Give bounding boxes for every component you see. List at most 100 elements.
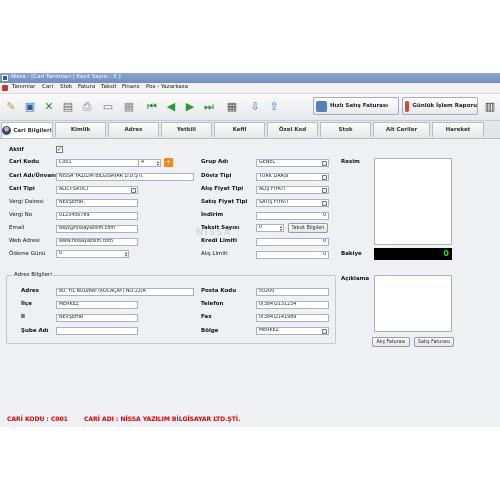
adres-input[interactable]: 80. YIL BULVARI (KOCAÇAY) NO:22/A [56, 288, 194, 296]
tab-alt-cariler[interactable]: Alt Cariler [373, 122, 430, 137]
odeme-gunu-label: Ödeme Günü [9, 251, 46, 257]
doviz-tipi-select[interactable]: TÜRK LİRASI [256, 173, 329, 181]
vergi-no-input[interactable]: 0123456789 [56, 212, 138, 220]
indirim-input[interactable]: 0 [256, 212, 329, 220]
kredi-limiti-input[interactable]: 0 [256, 238, 329, 246]
posta-kodu-input[interactable]: 50200 [256, 288, 329, 296]
barcode-icon[interactable]: ▥ [482, 98, 498, 114]
balance-display: 0 [374, 248, 452, 260]
cari-adi-label: Cari Adı/Ünvanı [9, 173, 57, 179]
tab-ozel-kod[interactable]: Özel Kod [267, 122, 318, 137]
cari-kodu-spinner[interactable]: 4 ▴ ▾ [138, 159, 161, 167]
picture-box[interactable] [374, 158, 452, 245]
print-icon[interactable]: ⎙ [79, 98, 95, 114]
bolge-select[interactable]: MERKEZ [256, 327, 329, 335]
dropdown-icon [322, 328, 327, 334]
user-icon [2, 126, 12, 135]
first-record-icon[interactable]: ⏮ [144, 98, 160, 114]
quick-sales-invoice-button[interactable]: Hızlı Satış Faturası [313, 97, 399, 115]
spinner-arrows-icon: ▴ ▾ [279, 224, 282, 232]
daily-report-button[interactable]: Günlük İşlem Raporu [402, 97, 478, 115]
daily-report-label: Günlük İşlem Raporu [412, 103, 477, 109]
il-input[interactable]: NEVŞEHİR [56, 314, 138, 322]
taksit-bilgileri-button[interactable]: Taksit Bilgileri [288, 223, 328, 233]
export-icon[interactable]: ⇧ [266, 98, 282, 114]
menu-app-icon [2, 85, 8, 91]
taksit-sayisi-value: 0 [259, 225, 263, 230]
menu-cari[interactable]: Cari [42, 84, 53, 90]
spinner-arrows-icon: ▴ ▾ [124, 250, 127, 258]
code-generate-icon[interactable]: + [164, 158, 173, 167]
tab-kefil[interactable]: Kefil [214, 122, 265, 137]
grup-adi-select[interactable]: GENEL [256, 159, 329, 167]
dropdown-icon [322, 160, 327, 166]
odeme-gunu-spinner[interactable]: 0 ▴ ▾ [56, 250, 129, 258]
odeme-gunu-value: 0 [59, 251, 63, 256]
cari-adi-input[interactable]: NİSSA YAZILIM BİLGİSAYAR LTD.ŞTİ. [56, 173, 194, 181]
web-input[interactable]: www.nissayazilim.com [56, 238, 138, 246]
status-bar: CARİ KODU : C001 CARİ ADI : NİSSA YAZILI… [0, 412, 500, 427]
delete-icon[interactable]: ▤ [60, 98, 76, 114]
save-icon[interactable]: ▣ [22, 98, 38, 114]
previous-record-icon[interactable]: ◀ [163, 98, 179, 114]
aciklama-textarea[interactable] [374, 275, 452, 332]
menu-tanimlar[interactable]: Tanımlar [12, 84, 35, 90]
tab-stok[interactable]: Stok [320, 122, 371, 137]
sube-adi-input[interactable] [56, 327, 138, 335]
import-icon[interactable]: ⇩ [247, 98, 263, 114]
menu-fatura[interactable]: Fatura [78, 84, 95, 90]
taksit-sayisi-spinner[interactable]: 0 ▴ ▾ [256, 224, 284, 232]
excel-icon[interactable]: ✕ [41, 98, 57, 114]
title-bar: Nissa - [Cari Tanımları | Kayıt Sayısı :… [0, 73, 500, 83]
ilce-label: İlçe [21, 301, 32, 307]
last-record-icon[interactable]: ⏭ [201, 98, 217, 114]
calculator-icon[interactable]: ▦ [224, 98, 240, 114]
aktif-checkbox[interactable]: ✓ [56, 146, 63, 153]
satis-faturasi-button[interactable]: Satış Faturası [414, 337, 454, 347]
cari-tipi-label: Cari Tipi [9, 186, 35, 192]
alis-limiti-input[interactable]: 0 [256, 251, 329, 259]
cari-tipi-value: ALICI-SATICI [59, 187, 89, 192]
doviz-tipi-value: TÜRK LİRASI [259, 174, 289, 179]
cari-kodu-input[interactable]: C001 [56, 159, 140, 167]
dropdown-icon [131, 187, 136, 193]
alis-fiyat-tipi-value: ALIŞ FİYATI [259, 187, 285, 192]
resim-label: Resim [341, 159, 360, 165]
next-record-icon[interactable]: ▶ [182, 98, 198, 114]
email-input[interactable]: bayi@nissayazilim.com [56, 225, 138, 233]
document-icon[interactable]: ▭ [100, 98, 116, 114]
alis-fiyat-tipi-select[interactable]: ALIŞ FİYATI [256, 186, 329, 194]
telefon-input[interactable]: 0(384)2131234 [256, 301, 329, 309]
email-label: Email [9, 225, 25, 231]
menu-pos-yazarkasa[interactable]: Pos - Yazarkasa [146, 84, 188, 90]
taksit-sayisi-label: Taksit Sayısı [201, 225, 240, 231]
cari-kodu-label: Cari Kodu [9, 159, 40, 165]
tab-hareket[interactable]: Hareket [432, 122, 484, 137]
preview-icon[interactable]: ▦ [121, 98, 137, 114]
vergi-dairesi-label: Vergi Dairesi [9, 199, 44, 205]
ilce-input[interactable]: MERKEZ [56, 301, 138, 309]
sube-adi-label: Şube Adı [21, 328, 49, 334]
alis-limiti-label: Alış Limiti [201, 251, 228, 257]
status-cari-adi: CARİ ADI : NİSSA YAZILIM BİLGİSAYAR LTD.… [84, 416, 241, 423]
menu-stok[interactable]: Stok [60, 84, 72, 90]
posta-kodu-label: Posta Kodu [201, 288, 237, 294]
grup-adi-label: Grup Adı [201, 159, 229, 165]
fax-input[interactable]: 0(384)2141989 [256, 314, 329, 322]
menu-finans[interactable]: Finans [122, 84, 140, 90]
vergi-dairesi-input[interactable]: NEVŞEHİR [56, 199, 138, 207]
satis-fiyat-tipi-select[interactable]: SATIŞ FİYATI [256, 199, 329, 207]
fax-label: Fax [201, 314, 212, 320]
tab-cari-bilgileri[interactable]: Cari Bilgileri [1, 122, 53, 138]
invoice-icon [316, 100, 327, 112]
adres-label: Adres [21, 288, 39, 294]
tab-adres[interactable]: Adres [108, 122, 159, 137]
menu-taksit[interactable]: Taksit [101, 84, 117, 90]
cari-kodu-spinner-value: 4 [141, 160, 145, 165]
alis-faturasi-button[interactable]: Alış Faturası [372, 337, 410, 347]
cari-tipi-select[interactable]: ALICI-SATICI [56, 186, 138, 194]
edit-icon[interactable]: ✎ [3, 98, 19, 114]
tab-yetkili[interactable]: Yetkili [161, 122, 212, 137]
calendar-icon [405, 100, 410, 112]
tab-kimlik[interactable]: Kimlik [55, 122, 106, 137]
